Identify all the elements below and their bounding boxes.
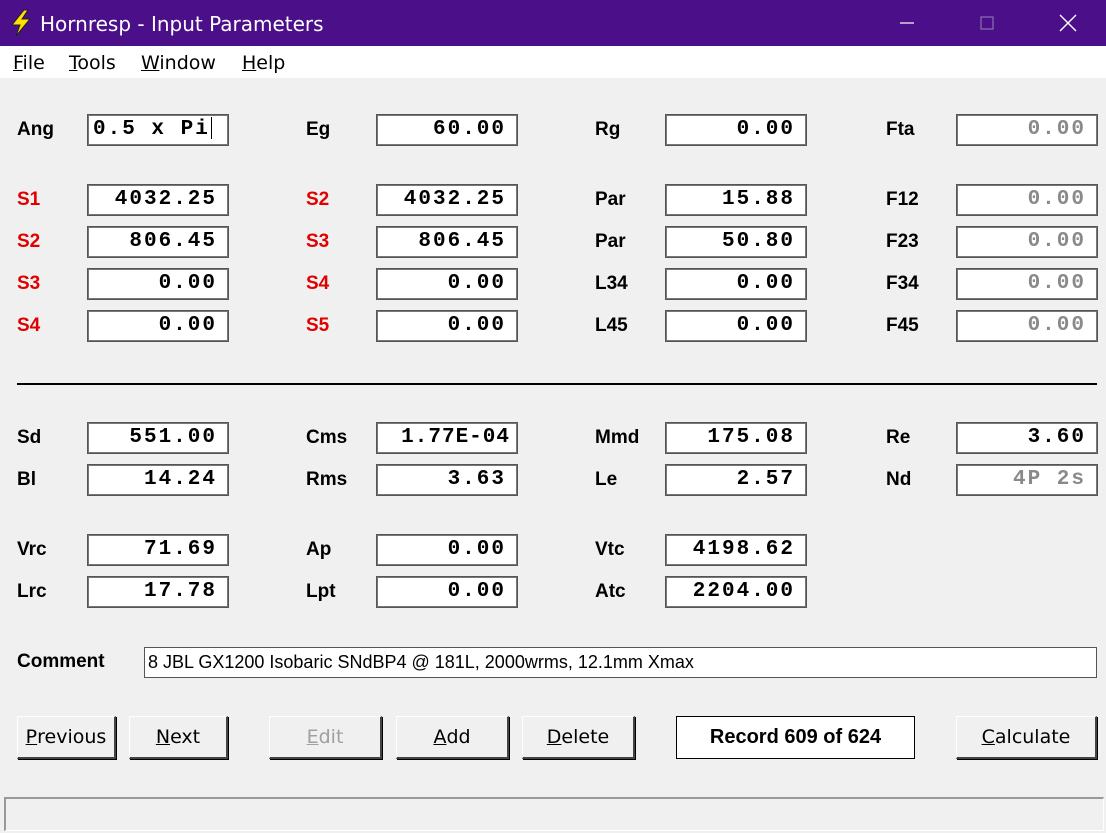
ap-label: Ap [306,539,332,560]
cms-label: Cms [306,427,348,448]
par-field[interactable]: 15.88 [666,185,806,215]
menu-file[interactable]: File [13,52,45,74]
comment-field[interactable]: 8 JBL GX1200 Isobaric SNdBP4 @ 181L, 200… [144,647,1097,678]
section-divider [17,383,1097,385]
minimize-icon [900,22,914,24]
s3-label: S3 [17,273,41,294]
bl-field[interactable]: 14.24 [88,465,228,495]
next-button[interactable]: Next [129,716,228,759]
f45-label: F45 [886,315,919,336]
f23-label: F23 [886,231,919,252]
menu-tools[interactable]: Tools [69,52,116,74]
s2-field[interactable]: 806.45 [88,227,228,257]
window-title: Hornresp - Input Parameters [40,12,324,36]
menu-help[interactable]: Help [242,52,285,74]
f12-field: 0.00 [957,185,1097,215]
rg-label: Rg [595,119,621,140]
minimize-button[interactable] [867,0,947,46]
eg-field[interactable]: 60.00 [377,115,517,145]
add-button[interactable]: Add [396,716,509,759]
record-indicator: Record 609 of 624 [676,716,915,759]
rg-field[interactable]: 0.00 [666,115,806,145]
delete-button[interactable]: Delete [522,716,635,759]
s2-label: S2 [306,189,330,210]
previous-button[interactable]: Previous [17,716,116,759]
eg-label: Eg [306,119,331,140]
vtc-label: Vtc [595,539,625,560]
text-caret [210,117,212,140]
s2-label: S2 [17,231,41,252]
close-button[interactable] [1028,0,1106,46]
bl-label: Bl [17,469,36,490]
maximize-button[interactable] [947,0,1027,46]
cms-field[interactable]: 1.77E-04 [377,423,517,453]
menu-bar: File Tools Window Help [0,46,1106,78]
f12-label: F12 [886,189,919,210]
f23-field: 0.00 [957,227,1097,257]
close-icon [1059,14,1077,32]
vtc-field[interactable]: 4198.62 [666,535,806,565]
nd-field: 4P 2s [957,465,1097,495]
par-field[interactable]: 50.80 [666,227,806,257]
lpt-label: Lpt [306,581,336,602]
f45-field: 0.00 [957,311,1097,341]
par-label: Par [595,231,626,252]
mmd-label: Mmd [595,427,640,448]
lrc-field[interactable]: 17.78 [88,577,228,607]
sd-field[interactable]: 551.00 [88,423,228,453]
rms-field[interactable]: 3.63 [377,465,517,495]
f34-field: 0.00 [957,269,1097,299]
s3-label: S3 [306,231,330,252]
mmd-field[interactable]: 175.08 [666,423,806,453]
vrc-label: Vrc [17,539,47,560]
l34-field[interactable]: 0.00 [666,269,806,299]
s2-field[interactable]: 4032.25 [377,185,517,215]
lrc-label: Lrc [17,581,47,602]
menu-window[interactable]: Window [141,52,216,74]
calculate-button[interactable]: Calculate [956,716,1097,759]
re-label: Re [886,427,911,448]
l45-field[interactable]: 0.00 [666,311,806,341]
ang-label: Ang [17,119,54,140]
le-label: Le [595,469,618,490]
f34-label: F34 [886,273,919,294]
s4-field[interactable]: 0.00 [377,269,517,299]
rms-label: Rms [306,469,348,490]
l45-label: L45 [595,315,628,336]
s4-label: S4 [17,315,41,336]
fta-label: Fta [886,119,915,140]
le-field[interactable]: 2.57 [666,465,806,495]
s5-field[interactable]: 0.00 [377,311,517,341]
status-bar [4,797,1104,831]
vrc-field[interactable]: 71.69 [88,535,228,565]
s4-field[interactable]: 0.00 [88,311,228,341]
s3-field[interactable]: 806.45 [377,227,517,257]
s1-label: S1 [17,189,41,210]
ang-field[interactable]: 0.5 x Pi [88,115,228,145]
lpt-field[interactable]: 0.00 [377,577,517,607]
edit-button: Edit [269,716,382,759]
s5-label: S5 [306,315,330,336]
s3-field[interactable]: 0.00 [88,269,228,299]
sd-label: Sd [17,427,42,448]
s1-field[interactable]: 4032.25 [88,185,228,215]
atc-label: Atc [595,581,626,602]
lightning-icon [10,9,32,37]
ap-field[interactable]: 0.00 [377,535,517,565]
atc-field[interactable]: 2204.00 [666,577,806,607]
maximize-icon [980,16,994,30]
par-label: Par [595,189,626,210]
nd-label: Nd [886,469,912,490]
s4-label: S4 [306,273,330,294]
comment-label: Comment [17,651,105,672]
title-bar: Hornresp - Input Parameters [0,0,1106,46]
re-field[interactable]: 3.60 [957,423,1097,453]
l34-label: L34 [595,273,628,294]
fta-field: 0.00 [957,115,1097,145]
